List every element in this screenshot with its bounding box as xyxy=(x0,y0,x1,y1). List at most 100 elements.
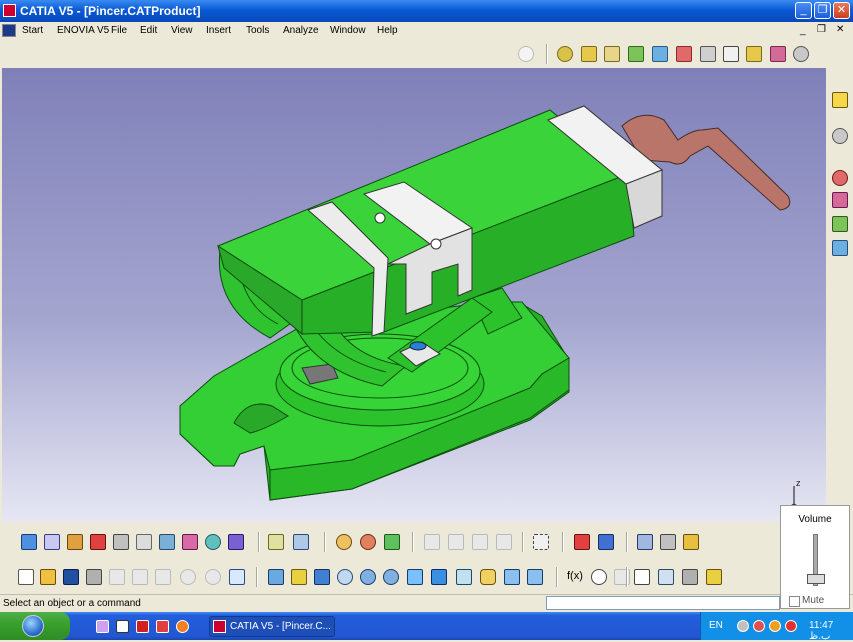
table-icon[interactable] xyxy=(634,569,650,585)
pan-icon[interactable] xyxy=(314,569,330,585)
manipulation-icon[interactable] xyxy=(90,534,106,550)
search-icon[interactable] xyxy=(518,46,534,62)
quicklaunch-icon[interactable] xyxy=(156,620,169,633)
clash-icon[interactable] xyxy=(182,534,198,550)
section-icon[interactable] xyxy=(293,534,309,550)
tray-icon[interactable] xyxy=(737,620,749,632)
doc-restore-button[interactable]: ❐ xyxy=(817,24,826,35)
formula-icon[interactable]: f(x) xyxy=(567,570,583,582)
language-indicator[interactable]: EN xyxy=(709,620,723,631)
command-input[interactable] xyxy=(546,596,780,610)
anchor-icon[interactable] xyxy=(113,534,129,550)
lock-icon[interactable] xyxy=(683,534,699,550)
quicklaunch-icon[interactable] xyxy=(96,620,109,633)
grid-icon[interactable] xyxy=(533,534,549,550)
quicklaunch-icon[interactable] xyxy=(176,620,189,633)
update-icon[interactable] xyxy=(159,534,175,550)
menu-insert[interactable]: Insert xyxy=(206,25,231,36)
publish-icon[interactable] xyxy=(574,534,590,550)
insert-existing-icon[interactable] xyxy=(628,46,644,62)
menu-edit[interactable]: Edit xyxy=(140,25,157,36)
volume-popup: Volume Mute xyxy=(780,505,850,609)
angle-constraint-icon[interactable] xyxy=(832,240,848,256)
mute-checkbox[interactable] xyxy=(789,596,800,607)
close-button[interactable]: ✕ xyxy=(833,2,850,19)
bom-icon[interactable] xyxy=(660,534,676,550)
hide-show-icon[interactable] xyxy=(480,569,496,585)
3d-viewport[interactable]: z xyxy=(2,68,826,522)
gear-assembly-icon[interactable] xyxy=(557,46,573,62)
offset-constraint-icon[interactable] xyxy=(832,216,848,232)
rotate-icon[interactable] xyxy=(337,569,353,585)
materials-icon[interactable] xyxy=(384,534,400,550)
pdf-icon[interactable] xyxy=(136,620,149,633)
refresh-icon[interactable] xyxy=(205,534,221,550)
restore-button[interactable]: ❐ xyxy=(814,2,831,19)
clock[interactable]: 11:47 ب.ظ xyxy=(809,620,853,642)
zoom-out-icon[interactable] xyxy=(383,569,399,585)
cube-icon[interactable] xyxy=(44,534,60,550)
view-mode-icon[interactable] xyxy=(527,569,543,585)
save-icon[interactable] xyxy=(63,569,79,585)
menu-enovia[interactable]: ENOVIA V5 xyxy=(57,25,109,36)
menu-analyze[interactable]: Analyze xyxy=(283,25,319,36)
print-icon[interactable] xyxy=(86,569,102,585)
speaker-icon[interactable] xyxy=(785,620,797,632)
menu-help[interactable]: Help xyxy=(377,25,398,36)
flip-icon[interactable] xyxy=(637,534,653,550)
padlock-icon[interactable] xyxy=(682,569,698,585)
help-icon[interactable] xyxy=(229,569,245,585)
open-folder-icon[interactable] xyxy=(40,569,56,585)
fast-instantiation-icon[interactable] xyxy=(793,46,809,62)
quicklaunch-icon[interactable] xyxy=(116,620,129,633)
manage-representations-icon[interactable] xyxy=(746,46,762,62)
tray-icon[interactable] xyxy=(769,620,781,632)
render-style-icon[interactable] xyxy=(456,569,472,585)
taskbar-catia-button[interactable]: CATIA V5 - [Pincer.C... xyxy=(209,616,335,637)
contact-constraint-icon[interactable] xyxy=(832,192,848,208)
zoom-in-icon[interactable] xyxy=(360,569,376,585)
start-button[interactable] xyxy=(0,612,70,640)
fly-mode-icon[interactable] xyxy=(268,569,284,585)
explode-icon[interactable] xyxy=(21,534,37,550)
knowledge-icon[interactable] xyxy=(706,569,722,585)
snap-icon[interactable] xyxy=(67,534,83,550)
component-icon[interactable] xyxy=(604,46,620,62)
gears-icon[interactable] xyxy=(832,128,848,144)
minimize-button[interactable]: _ xyxy=(795,2,812,19)
multi-instantiation-icon[interactable] xyxy=(770,46,786,62)
normal-view-icon[interactable] xyxy=(407,569,423,585)
select-arrow-icon[interactable] xyxy=(832,92,848,108)
product-icon[interactable] xyxy=(581,46,597,62)
menu-view[interactable]: View xyxy=(171,25,193,36)
volume-slider-thumb[interactable] xyxy=(807,574,825,584)
menu-start[interactable]: Start xyxy=(22,25,43,36)
scene-icon[interactable] xyxy=(268,534,284,550)
tree-icon[interactable] xyxy=(658,569,674,585)
comment-icon[interactable] xyxy=(591,569,607,585)
iso-view-icon[interactable] xyxy=(431,569,447,585)
graph-tree-icon[interactable] xyxy=(676,46,692,62)
fit-all-icon[interactable] xyxy=(291,569,307,585)
swap-space-icon[interactable] xyxy=(504,569,520,585)
tray-icon[interactable] xyxy=(753,620,765,632)
measure-icon[interactable] xyxy=(360,534,376,550)
document-icon[interactable] xyxy=(2,24,16,37)
doc-close-button[interactable]: ✕ xyxy=(836,24,844,35)
new-file-icon[interactable] xyxy=(18,569,34,585)
reorder-icon[interactable] xyxy=(700,46,716,62)
sparkle-icon[interactable] xyxy=(228,534,244,550)
doc-minimize-button[interactable]: _ xyxy=(800,25,806,36)
gear-analysis-icon[interactable] xyxy=(336,534,352,550)
menu-tools[interactable]: Tools xyxy=(246,25,269,36)
constraint-icon[interactable] xyxy=(832,170,848,186)
replace-component-icon[interactable] xyxy=(652,46,668,62)
catia-app-icon[interactable] xyxy=(3,4,16,17)
menu-window[interactable]: Window xyxy=(330,25,366,36)
numbering-icon[interactable] xyxy=(723,46,739,62)
pen-icon[interactable] xyxy=(136,534,152,550)
vise-model[interactable]: z xyxy=(2,68,826,522)
publication-icon[interactable] xyxy=(598,534,614,550)
menu-file[interactable]: File xyxy=(111,25,127,36)
top-toolbar xyxy=(0,40,853,68)
